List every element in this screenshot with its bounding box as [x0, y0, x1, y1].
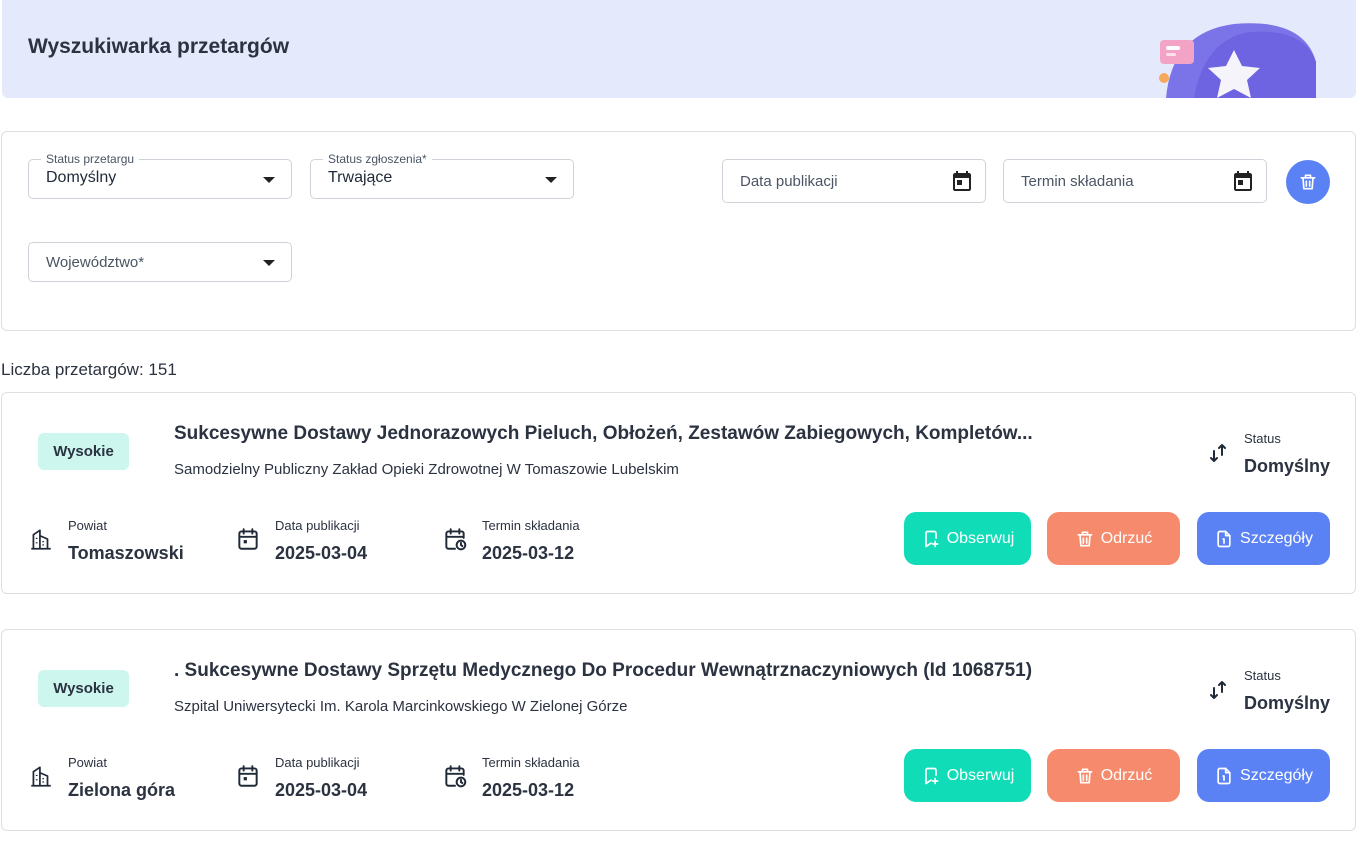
- trash-icon: [1300, 174, 1316, 190]
- status-label: Status: [1244, 431, 1281, 446]
- data-publikacji-placeholder: Data publikacji: [740, 173, 838, 190]
- observe-label: Obserwuj: [946, 529, 1015, 547]
- calendar-clock-icon: [445, 765, 467, 788]
- document-info-icon: [1217, 767, 1231, 784]
- calendar-icon[interactable]: [1231, 169, 1255, 193]
- bookmark-plus-icon: [924, 767, 939, 784]
- data-publikacji-label: Data publikacji: [275, 518, 360, 533]
- tender-card: Wysokie Sukcesywne Dostawy Jednorazowych…: [1, 392, 1356, 594]
- dropdown-arrow-icon: [263, 260, 275, 266]
- data-publikacji-value: 2025-03-04: [275, 780, 368, 800]
- termin-skladania-label: Termin składania: [482, 755, 580, 770]
- page-header: Wyszukiwarka przetargów: [2, 0, 1356, 98]
- observe-button[interactable]: Obserwuj: [904, 749, 1031, 802]
- termin-skladania-input[interactable]: Termin składania: [1003, 159, 1267, 203]
- bookmark-plus-icon: [924, 530, 939, 547]
- sort-arrows-icon: [1210, 444, 1226, 462]
- clear-filters-button[interactable]: [1286, 160, 1330, 204]
- status-value: Domyślny: [1244, 693, 1331, 713]
- powiat-value: Tomaszowski: [68, 543, 184, 563]
- sort-arrows-icon: [1210, 681, 1226, 699]
- results-count: Liczba przetargów: 151: [1, 360, 177, 379]
- tender-institution: Samodzielny Publiczny Zakład Opieki Zdro…: [174, 461, 679, 478]
- tender-institution: Szpital Uniwersytecki Im. Karola Marcink…: [174, 698, 628, 715]
- tender-card: Wysokie . Sukcesywne Dostawy Sprzętu Med…: [1, 629, 1356, 831]
- tender-title[interactable]: . Sukcesywne Dostawy Sprzętu Medycznego …: [174, 660, 1114, 682]
- reject-button[interactable]: Odrzuć: [1047, 749, 1180, 802]
- document-info-icon: [1217, 530, 1231, 547]
- filters-panel: Status przetargu Domyślny Status zgłosze…: [1, 131, 1356, 331]
- wojewodztwo-select[interactable]: Województwo*: [28, 242, 292, 282]
- termin-skladania-value: 2025-03-12: [482, 780, 575, 800]
- calendar-icon[interactable]: [950, 169, 974, 193]
- details-label: Szczegóły: [1240, 529, 1313, 547]
- header-illustration: [1159, 23, 1316, 98]
- building-icon: [31, 529, 51, 550]
- calendar-clock-icon: [445, 528, 467, 551]
- data-publikacji-label: Data publikacji: [275, 755, 360, 770]
- powiat-value: Zielona góra: [68, 780, 176, 800]
- wojewodztwo-placeholder: Województwo*: [46, 254, 145, 271]
- reject-button[interactable]: Odrzuć: [1047, 512, 1180, 565]
- dropdown-arrow-icon: [263, 177, 275, 183]
- details-label: Szczegóły: [1240, 766, 1313, 784]
- page-title: Wyszukiwarka przetargów: [28, 35, 290, 58]
- details-button[interactable]: Szczegóły: [1197, 512, 1330, 565]
- status-zgloszenia-label: Status zgłoszenia*: [323, 152, 432, 166]
- status-zgloszenia-select[interactable]: Status zgłoszenia* Trwające: [310, 152, 574, 199]
- status-przetargu-value: Domyślny: [46, 169, 117, 186]
- termin-skladania-placeholder: Termin składania: [1021, 173, 1134, 190]
- trash-icon: [1077, 531, 1093, 546]
- calendar-icon: [238, 765, 258, 787]
- powiat-label: Powiat: [68, 518, 108, 533]
- status-label: Status: [1244, 668, 1281, 683]
- observe-button[interactable]: Obserwuj: [904, 512, 1031, 565]
- observe-label: Obserwuj: [946, 766, 1015, 784]
- status-przetargu-select[interactable]: Status przetargu Domyślny: [28, 152, 292, 199]
- status-zgloszenia-value: Trwające: [328, 169, 393, 186]
- termin-skladania-label: Termin składania: [482, 518, 580, 533]
- reject-label: Odrzuć: [1100, 529, 1153, 547]
- priority-badge: Wysokie: [38, 670, 129, 707]
- priority-badge: Wysokie: [38, 433, 129, 470]
- calendar-icon: [238, 528, 258, 550]
- details-button[interactable]: Szczegóły: [1197, 749, 1330, 802]
- trash-icon: [1077, 768, 1093, 783]
- powiat-label: Powiat: [68, 755, 108, 770]
- dropdown-arrow-icon: [545, 177, 557, 183]
- termin-skladania-value: 2025-03-12: [482, 543, 575, 563]
- building-icon: [31, 766, 51, 787]
- tender-title[interactable]: Sukcesywne Dostawy Jednorazowych Pieluch…: [174, 423, 1114, 445]
- status-przetargu-label: Status przetargu: [41, 152, 140, 166]
- data-publikacji-value: 2025-03-04: [275, 543, 368, 563]
- status-value: Domyślny: [1244, 456, 1331, 476]
- reject-label: Odrzuć: [1100, 766, 1153, 784]
- data-publikacji-input[interactable]: Data publikacji: [722, 159, 986, 203]
